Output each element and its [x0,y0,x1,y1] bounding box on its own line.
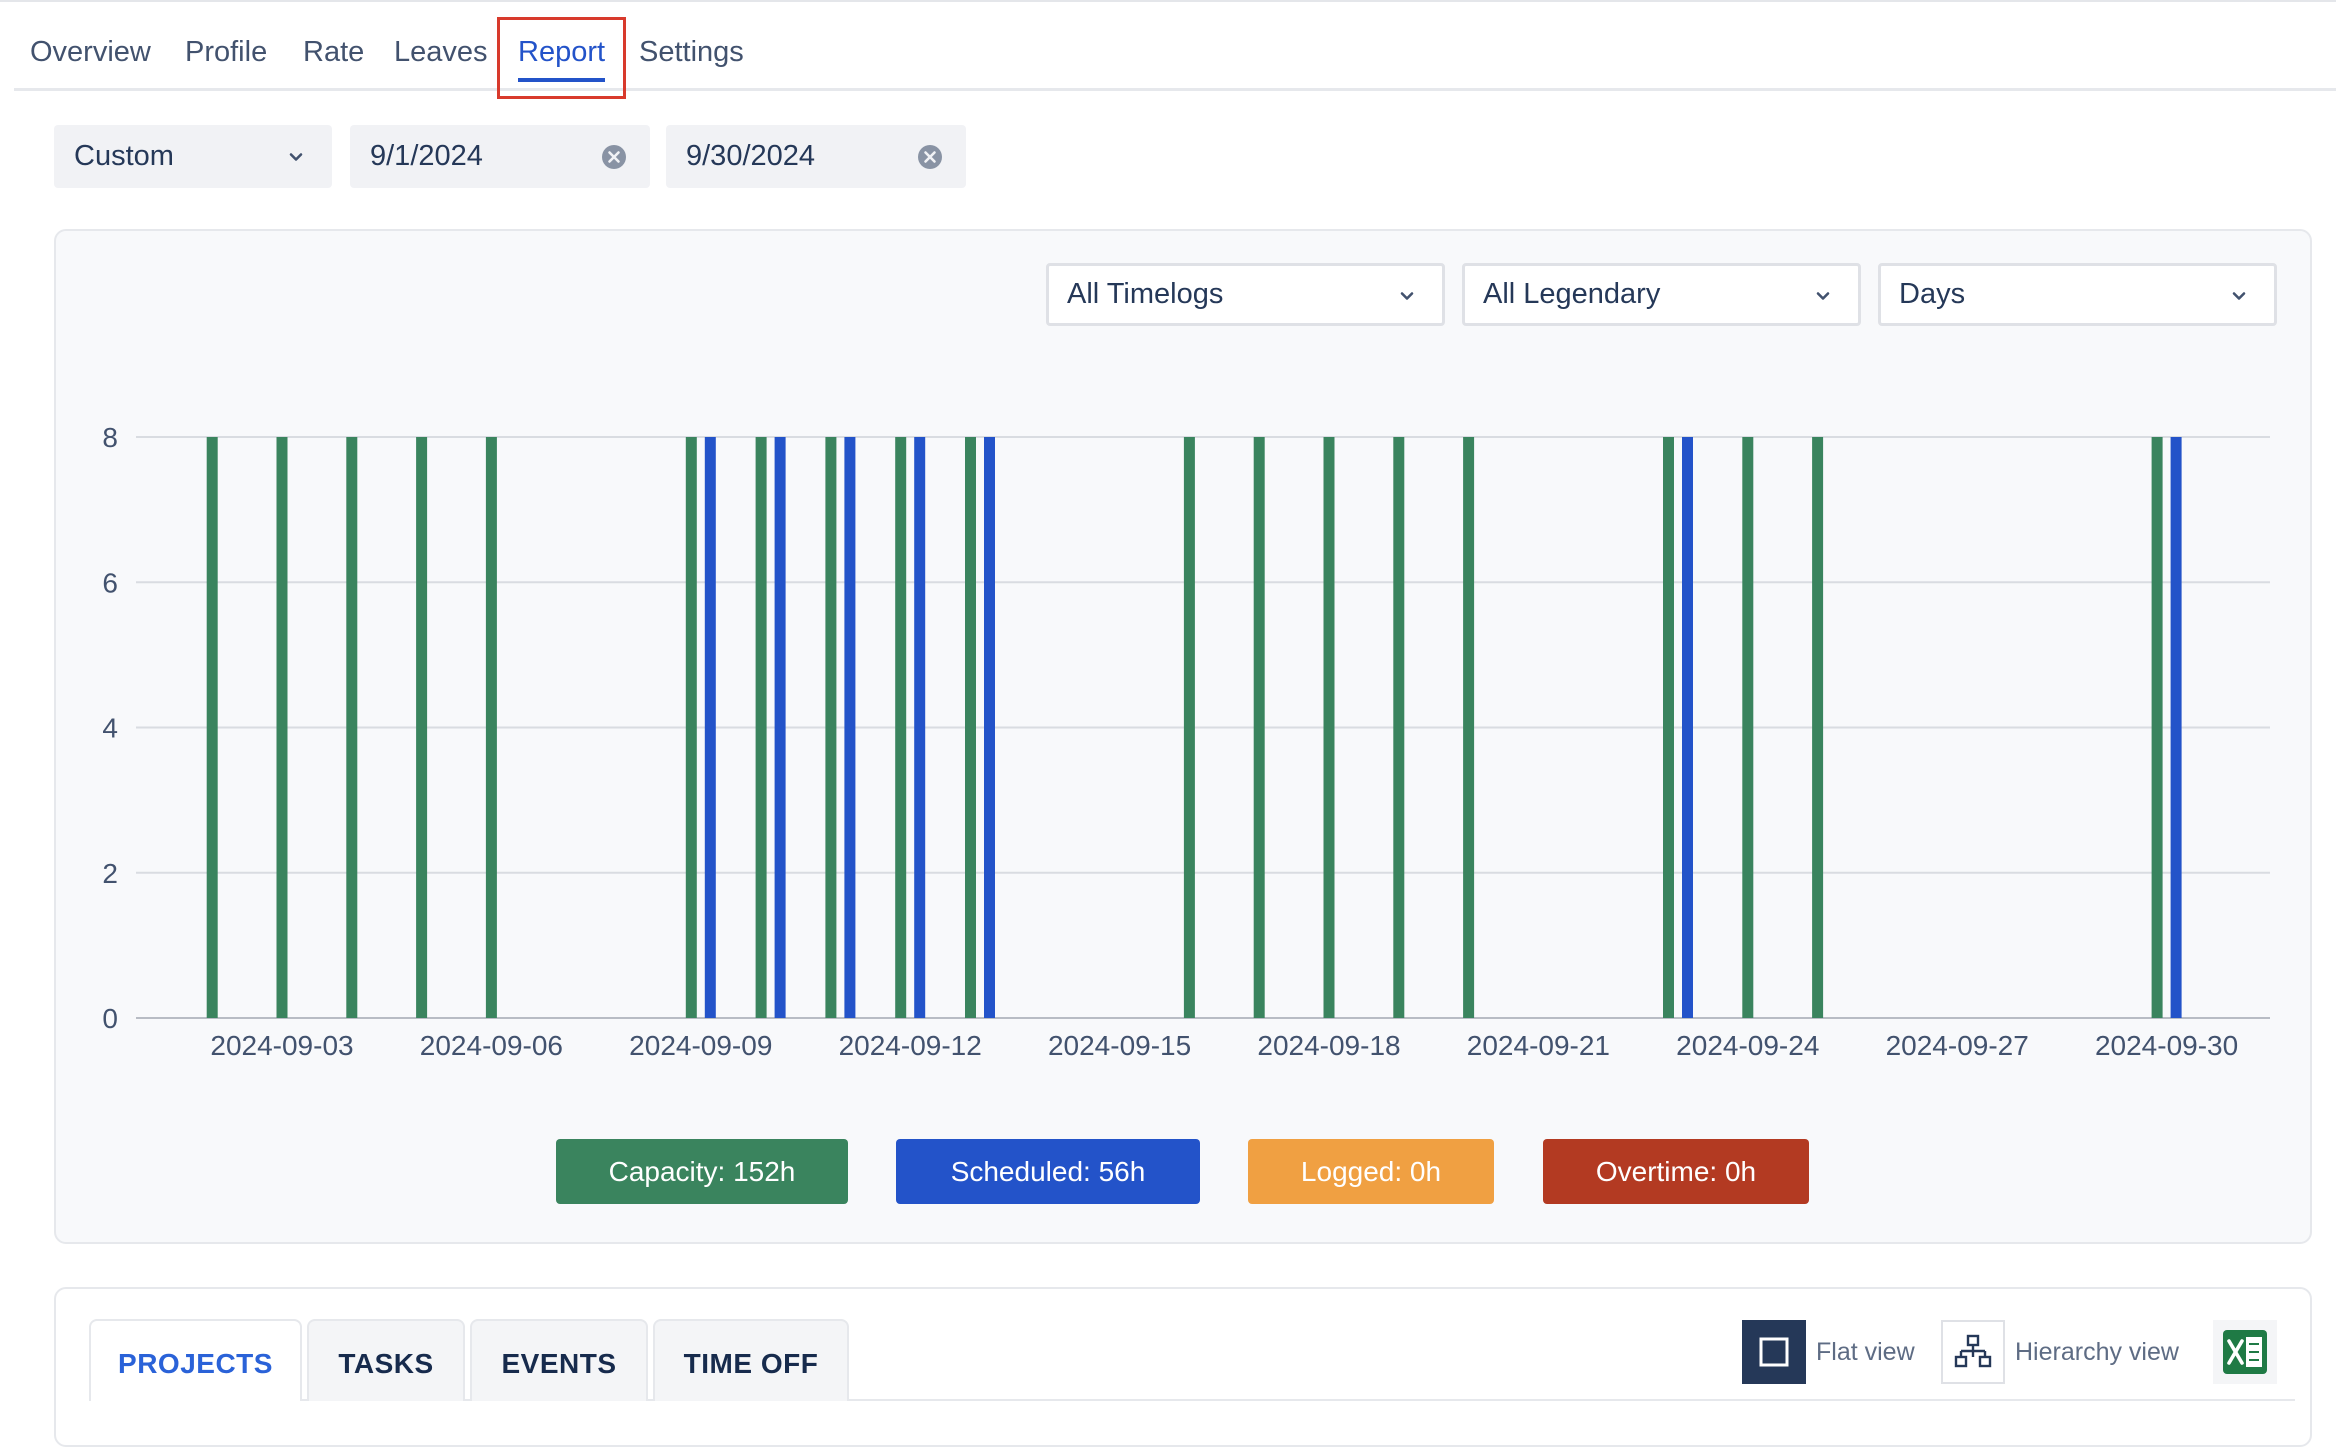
scheduled-bar [2170,437,2182,1018]
capacity-bar [825,437,837,1018]
capacity-bar [1183,437,1195,1018]
capacity-badge: Capacity: 152h [556,1139,848,1204]
x-tick-label: 2024-09-27 [1886,1030,2029,1061]
flat-view-icon [1759,1337,1789,1367]
overtime-badge-value: 0h [1724,1156,1757,1187]
hierarchy-view-label[interactable]: Hierarchy view [2015,1320,2179,1384]
capacity-bar [1393,437,1405,1018]
scheduled-bar [984,437,995,1018]
tab-tasks[interactable]: TASKS [307,1319,465,1401]
capacity-bar [276,437,288,1018]
x-tick-label: 2024-09-12 [839,1030,982,1061]
capacity-bar [206,437,218,1018]
logged-badge: Logged: 0h [1248,1139,1494,1204]
x-tick-label: 2024-09-06 [420,1030,563,1061]
overtime-badge: Overtime: 0h [1543,1139,1809,1204]
scheduled-bar [1682,437,1693,1018]
logged-badge-value: 0h [1409,1156,1442,1187]
capacity-bar [1463,437,1475,1018]
scheduled-bar [774,437,786,1018]
timelog-bar-chart: 0 2 4 6 8 2024-09-03 2024-09-06 2024-09-09 2024-… [102,422,2270,1061]
capacity-bar [895,437,907,1018]
hierarchy-icon [1954,1334,1992,1368]
scheduled-bar [914,437,926,1018]
x-tick-label: 2024-09-21 [1467,1030,1610,1061]
tab-projects[interactable]: PROJECTS [89,1319,302,1401]
x-tick-label: 2024-09-09 [629,1030,772,1061]
y-tick-label: 8 [102,422,118,453]
hierarchy-view-button[interactable] [1941,1320,2005,1384]
x-tick-label: 2024-09-30 [2095,1030,2238,1061]
capacity-bar [685,437,697,1018]
capacity-badge-value: 152h [733,1156,796,1187]
capacity-bar [346,437,358,1018]
y-tick-label: 6 [102,567,118,598]
capacity-bar [755,437,767,1018]
scheduled-bar [844,437,856,1018]
capacity-bar [965,437,976,1018]
capacity-badge-label: Capacity: [608,1156,726,1187]
x-tick-label: 2024-09-24 [1676,1030,1819,1061]
capacity-bar [1742,437,1754,1018]
capacity-bar [2151,437,2163,1018]
tab-events[interactable]: EVENTS [470,1319,648,1401]
scheduled-bar [704,437,716,1018]
capacity-bar [1663,437,1674,1018]
flat-view-button[interactable] [1742,1320,1806,1384]
y-tick-label: 4 [102,713,118,744]
y-tick-label: 2 [102,858,118,889]
y-tick-label: 0 [102,1003,118,1034]
x-tick-label: 2024-09-03 [210,1030,353,1061]
capacity-bar [416,437,428,1018]
export-excel-button[interactable] [2213,1320,2277,1384]
capacity-bar [1323,437,1335,1018]
scheduled-badge-label: Scheduled: [950,1156,1091,1187]
scheduled-badge: Scheduled: 56h [896,1139,1200,1204]
excel-icon [2223,1330,2267,1374]
capacity-bar [1812,437,1824,1018]
scheduled-badge-value: 56h [1098,1156,1146,1187]
x-tick-label: 2024-09-15 [1048,1030,1191,1061]
capacity-bar [1253,437,1265,1018]
tab-time-off[interactable]: TIME OFF [653,1319,849,1401]
flat-view-label[interactable]: Flat view [1816,1320,1915,1384]
logged-badge-label: Logged: [1300,1156,1403,1187]
overtime-badge-label: Overtime: [1595,1156,1718,1187]
capacity-bar [485,437,497,1018]
x-tick-label: 2024-09-18 [1257,1030,1400,1061]
